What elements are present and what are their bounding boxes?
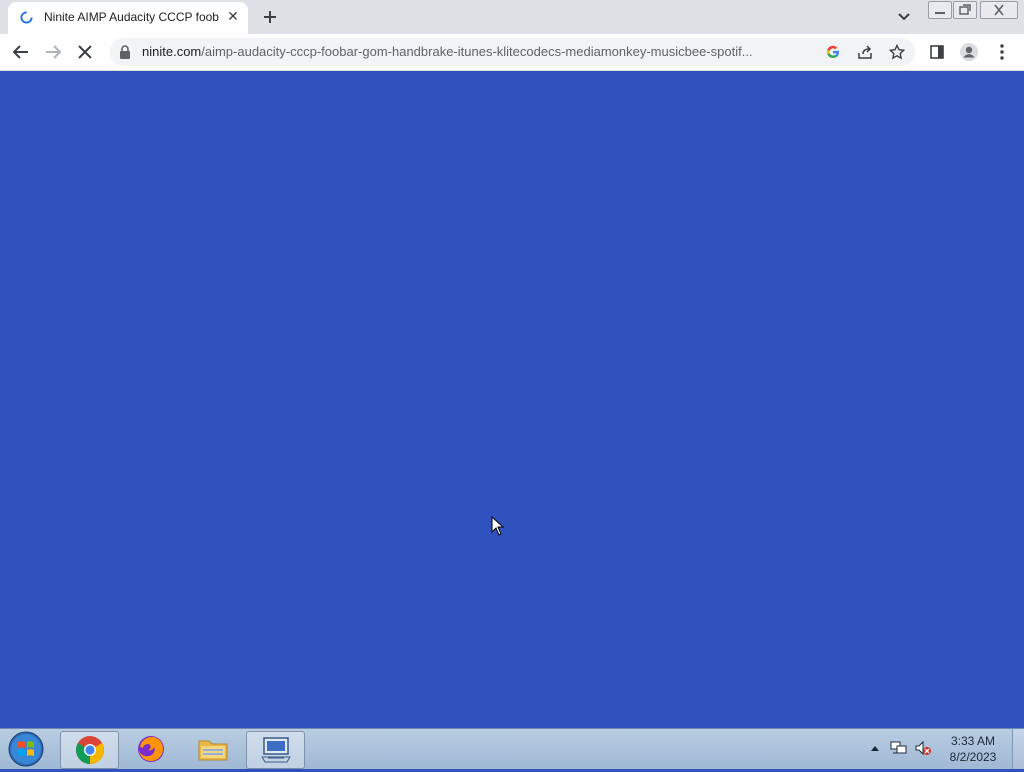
- back-button[interactable]: [8, 39, 34, 65]
- caret-up-icon: [871, 746, 879, 751]
- google-lens-button[interactable]: [823, 42, 843, 62]
- volume-muted-icon: [915, 740, 931, 756]
- tab-strip: Ninite AIMP Audacity CCCP foob ✕: [0, 0, 1024, 34]
- taskbar: 3:33 AM 8/2/2023: [0, 728, 1024, 769]
- restore-button[interactable]: [953, 1, 977, 19]
- tab-ninite[interactable]: Ninite AIMP Audacity CCCP foob ✕: [8, 2, 248, 34]
- firefox-icon: [137, 736, 164, 762]
- chevron-down-icon[interactable]: [895, 8, 913, 26]
- plus-icon: [264, 11, 276, 23]
- network-icon: [890, 741, 907, 754]
- back-arrow-icon: [12, 45, 28, 59]
- taskbar-remote-desktop[interactable]: [246, 731, 305, 769]
- start-button[interactable]: [6, 730, 46, 768]
- page-content: [0, 71, 1024, 728]
- folder-icon: [198, 740, 227, 761]
- share-button[interactable]: [855, 42, 875, 62]
- windows-start-icon: [8, 731, 44, 767]
- more-vert-icon: [1000, 44, 1004, 60]
- profile-icon: [960, 43, 978, 61]
- bookmark-button[interactable]: [887, 42, 907, 62]
- side-panel-button[interactable]: [924, 39, 950, 65]
- restore-icon: [959, 4, 971, 15]
- new-tab-button[interactable]: [258, 5, 282, 29]
- minimize-button[interactable]: [928, 1, 952, 19]
- browser-toolbar: ninite.com/aimp-audacity-cccp-foobar-gom…: [0, 34, 1024, 71]
- url-text[interactable]: ninite.com/aimp-audacity-cccp-foobar-gom…: [142, 44, 812, 59]
- close-icon: [994, 4, 1004, 16]
- menu-button[interactable]: [989, 39, 1015, 65]
- taskbar-clock[interactable]: 3:33 AM 8/2/2023: [942, 733, 1004, 765]
- taskbar-firefox[interactable]: [122, 731, 179, 767]
- star-icon: [889, 44, 905, 60]
- tray-network[interactable]: [888, 737, 910, 759]
- show-desktop-button[interactable]: [1012, 729, 1024, 769]
- clock-date: 8/2/2023: [949, 750, 997, 764]
- profile-button[interactable]: [956, 39, 982, 65]
- tab-close-icon[interactable]: ✕: [225, 9, 241, 25]
- mouse-cursor-icon: [491, 516, 505, 536]
- clock-time: 3:33 AM: [950, 734, 996, 748]
- chrome-icon: [75, 736, 104, 764]
- loading-spinner-icon: [20, 11, 33, 24]
- url-path: /aimp-audacity-cccp-foobar-gom-handbrake…: [201, 44, 753, 59]
- share-icon: [858, 45, 872, 59]
- taskbar-chrome[interactable]: [60, 731, 119, 769]
- forward-button[interactable]: [40, 39, 66, 65]
- window-close-button[interactable]: [980, 1, 1018, 19]
- address-bar[interactable]: ninite.com/aimp-audacity-cccp-foobar-gom…: [110, 38, 915, 66]
- minimize-icon: [935, 12, 945, 14]
- google-icon: [826, 45, 839, 58]
- lock-icon[interactable]: [118, 44, 132, 60]
- side-panel-icon: [930, 45, 944, 59]
- forward-arrow-icon: [46, 45, 62, 59]
- url-host: ninite.com: [142, 44, 202, 59]
- stop-button[interactable]: [72, 39, 98, 65]
- tray-volume[interactable]: [912, 737, 934, 759]
- taskbar-explorer[interactable]: [184, 731, 241, 767]
- computer-icon: [260, 737, 291, 763]
- tab-title: Ninite AIMP Audacity CCCP foob: [44, 10, 219, 24]
- tray-overflow-button[interactable]: [864, 737, 886, 759]
- stop-icon: [78, 45, 92, 59]
